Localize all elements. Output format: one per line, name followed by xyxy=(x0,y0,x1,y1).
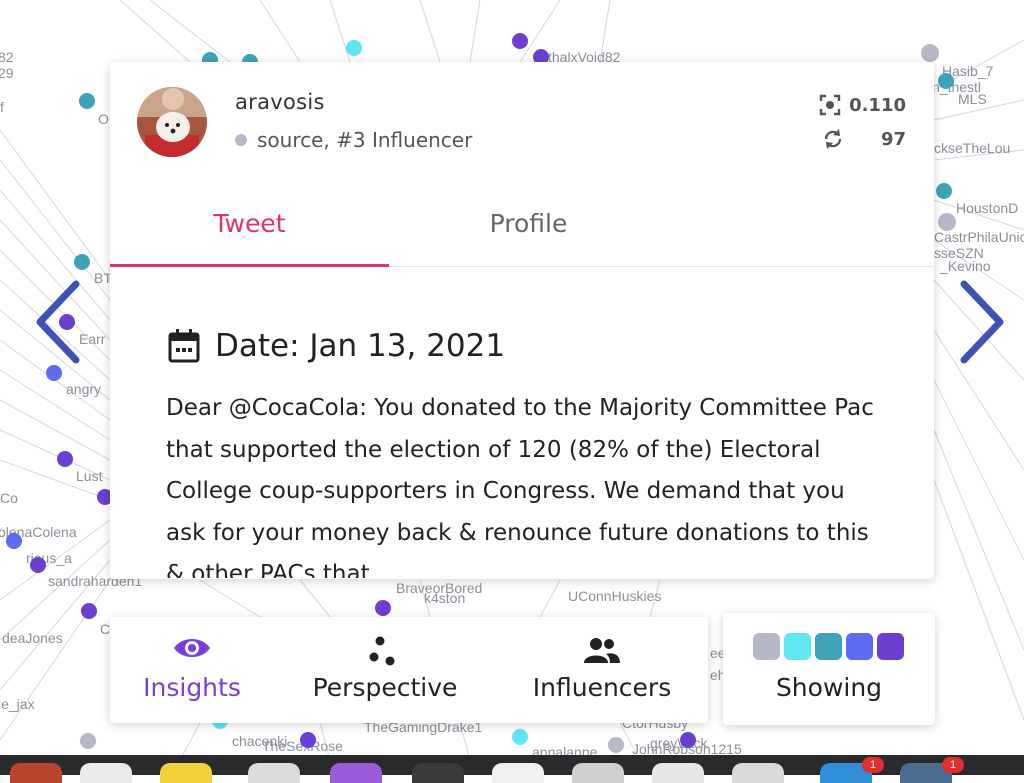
date-label: Date: Jan 13, 2021 xyxy=(215,328,506,364)
graph-label: f xyxy=(0,99,4,115)
graph-node xyxy=(79,93,95,109)
tweet-date: Date: Jan 13, 2021 xyxy=(167,328,505,364)
retweet-icon xyxy=(824,129,842,149)
view-toolbar: Insights Perspective Influencers xyxy=(110,617,708,723)
username: aravosis xyxy=(235,90,325,114)
graph-node xyxy=(6,533,22,549)
scatter-dots-icon xyxy=(369,636,395,666)
calendar-icon xyxy=(168,329,200,363)
swatch-purple[interactable] xyxy=(877,633,904,660)
card-tabs: Tweet Profile xyxy=(110,190,934,267)
graph-label: k4ston xyxy=(424,590,465,606)
graph-label: ie_jax xyxy=(0,696,35,712)
chevron-left-icon xyxy=(36,280,80,364)
graph-label: C xyxy=(100,621,110,637)
swatch-cyan[interactable] xyxy=(784,633,811,660)
graph-label: ckseTheLou xyxy=(934,140,1010,156)
graph-node xyxy=(921,44,939,62)
influencers-button[interactable]: Influencers xyxy=(496,617,708,723)
notification-badge: 1 xyxy=(942,757,964,773)
retweet-count: 97 xyxy=(880,128,906,150)
graph-label: 29 xyxy=(0,65,14,81)
avatar[interactable] xyxy=(137,87,207,157)
influencers-label: Influencers xyxy=(532,673,672,702)
eye-icon xyxy=(174,639,210,657)
graph-node xyxy=(375,600,391,616)
graph-node xyxy=(512,729,528,745)
retweet-metric: 97 xyxy=(822,127,906,151)
insights-label: Insights xyxy=(143,673,241,702)
swatch-gray[interactable] xyxy=(753,633,780,660)
showing-filter[interactable]: Showing xyxy=(723,613,935,725)
dock-app[interactable] xyxy=(10,763,62,783)
swatch-teal[interactable] xyxy=(815,633,842,660)
swatch-blue[interactable] xyxy=(846,633,873,660)
tweet-card: aravosis source, #3 Influencer 0.110 97 … xyxy=(110,62,934,579)
graph-node xyxy=(608,737,624,753)
dock-app[interactable] xyxy=(572,763,624,783)
perspective-label: Perspective xyxy=(312,673,458,702)
graph-node xyxy=(680,732,696,748)
insights-button[interactable]: Insights xyxy=(110,617,274,723)
next-button[interactable] xyxy=(958,280,1008,364)
graph-label: MLS xyxy=(958,91,987,107)
graph-label: UConnHuskies xyxy=(568,588,661,604)
graph-label: deaJones xyxy=(2,630,63,646)
role-line: source, #3 Influencer xyxy=(235,128,472,152)
graph-node xyxy=(46,365,62,381)
graph-label: Co xyxy=(0,490,18,506)
dock-app[interactable] xyxy=(732,763,784,783)
role-dot xyxy=(235,134,247,146)
dock-app[interactable] xyxy=(652,763,704,783)
graph-node xyxy=(346,40,362,56)
showing-label: Showing xyxy=(775,673,883,702)
graph-label: Lust xyxy=(76,468,103,484)
chevron-right-icon xyxy=(960,280,1004,364)
dock-app[interactable] xyxy=(80,763,132,783)
graph-node xyxy=(57,451,73,467)
graph-node xyxy=(80,733,96,749)
dock-app[interactable] xyxy=(412,763,464,783)
graph-node xyxy=(30,557,46,573)
tweet-text: Dear @CocaCola: You donated to the Major… xyxy=(166,395,874,578)
dock-app[interactable] xyxy=(330,763,382,783)
score-metric: 0.110 xyxy=(819,94,906,116)
graph-label: Earr xyxy=(79,331,106,347)
dock-app[interactable] xyxy=(248,763,300,783)
dock-app[interactable] xyxy=(160,763,212,783)
graph-node xyxy=(300,732,316,748)
perspective-button[interactable]: Perspective xyxy=(274,617,496,723)
tab-tweet[interactable]: Tweet xyxy=(110,190,389,267)
color-swatches xyxy=(753,633,908,660)
graph-node xyxy=(936,183,952,199)
focus-icon xyxy=(819,94,841,116)
dock-app[interactable] xyxy=(492,763,544,783)
graph-node xyxy=(938,213,956,231)
os-dock: 1 1 xyxy=(0,755,1024,783)
notification-badge: 1 xyxy=(862,757,884,773)
tab-profile[interactable]: Profile xyxy=(389,190,668,264)
graph-label: CastrPhilaUnic xyxy=(934,229,1024,245)
previous-button[interactable] xyxy=(32,280,82,364)
role-label: source, #3 Influencer xyxy=(257,128,473,152)
people-icon xyxy=(584,638,620,663)
graph-label: HoustonD xyxy=(956,200,1018,216)
graph-node xyxy=(938,73,954,89)
score-value: 0.110 xyxy=(849,94,906,116)
graph-label: O xyxy=(98,111,109,127)
graph-label: _Kevino xyxy=(939,258,991,274)
graph-node xyxy=(81,603,97,619)
graph-label: angry xyxy=(66,381,101,397)
graph-label: 82 xyxy=(0,49,14,65)
graph-node xyxy=(74,254,90,270)
graph-node xyxy=(512,33,528,49)
